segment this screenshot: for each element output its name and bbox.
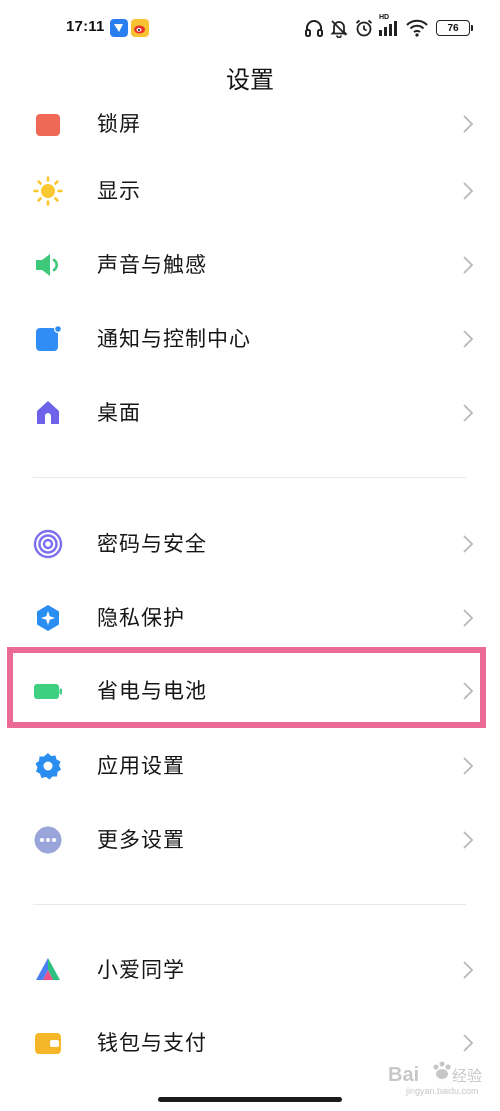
chevron-right-icon xyxy=(462,533,474,555)
home-icon xyxy=(33,398,63,428)
section-divider xyxy=(33,477,466,478)
notification-icon xyxy=(33,324,63,354)
svg-text:经验: 经验 xyxy=(452,1067,482,1085)
highlight-annotation-box xyxy=(7,647,486,728)
fingerprint-icon xyxy=(33,529,63,559)
chevron-right-icon xyxy=(462,113,474,135)
settings-item-label: 声音与触感 xyxy=(97,253,207,277)
settings-item-label: 密码与安全 xyxy=(97,532,207,556)
svg-text:jingyan.baidu.com: jingyan.baidu.com xyxy=(405,1086,479,1096)
settings-item-label: 隐私保护 xyxy=(97,606,185,630)
settings-item-sound[interactable]: 声音与触感 xyxy=(0,235,500,295)
chevron-right-icon xyxy=(462,829,474,851)
chevron-right-icon xyxy=(462,1032,474,1054)
sun-icon xyxy=(33,176,63,206)
gear-icon xyxy=(33,751,63,781)
settings-item-label: 更多设置 xyxy=(97,828,185,852)
more-dots-icon xyxy=(33,825,63,855)
settings-item-label: 钱包与支付 xyxy=(97,1031,207,1055)
settings-item-privacy[interactable]: 隐私保护 xyxy=(0,588,500,648)
privacy-shield-icon xyxy=(33,603,63,633)
settings-item-lock-screen[interactable]: 锁屏 xyxy=(0,112,500,154)
settings-list: 锁屏 显示 声音与触感 通知与控制中心 桌面 密码与安全 隐私保护 省电与电池 … xyxy=(0,0,500,1111)
settings-item-label: 小爱同学 xyxy=(97,958,185,982)
settings-item-password-security[interactable]: 密码与安全 xyxy=(0,514,500,574)
settings-item-display[interactable]: 显示 xyxy=(0,161,500,221)
settings-item-more-settings[interactable]: 更多设置 xyxy=(0,810,500,870)
chevron-right-icon xyxy=(462,959,474,981)
chevron-right-icon xyxy=(462,328,474,350)
lock-screen-icon xyxy=(33,113,63,139)
chevron-right-icon xyxy=(462,402,474,424)
baidu-jingyan-watermark: Bai 经验 jingyan.baidu.com xyxy=(386,1057,486,1097)
settings-item-label: 锁屏 xyxy=(97,112,141,136)
xiaoai-icon xyxy=(33,955,63,985)
chevron-right-icon xyxy=(462,254,474,276)
chevron-right-icon xyxy=(462,755,474,777)
settings-item-notification[interactable]: 通知与控制中心 xyxy=(0,309,500,369)
chevron-right-icon xyxy=(462,180,474,202)
home-indicator[interactable] xyxy=(158,1097,342,1102)
wallet-icon xyxy=(33,1028,63,1058)
chevron-right-icon xyxy=(462,607,474,629)
settings-item-label: 通知与控制中心 xyxy=(97,327,251,351)
speaker-icon xyxy=(33,250,63,280)
settings-item-label: 应用设置 xyxy=(97,754,185,778)
settings-item-label: 显示 xyxy=(97,179,141,203)
settings-item-label: 桌面 xyxy=(97,401,141,425)
settings-item-app-settings[interactable]: 应用设置 xyxy=(0,736,500,796)
svg-text:Bai: Bai xyxy=(388,1064,419,1086)
section-divider xyxy=(33,904,466,905)
settings-item-home-screen[interactable]: 桌面 xyxy=(0,383,500,443)
settings-item-xiaoai[interactable]: 小爱同学 xyxy=(0,940,500,1000)
